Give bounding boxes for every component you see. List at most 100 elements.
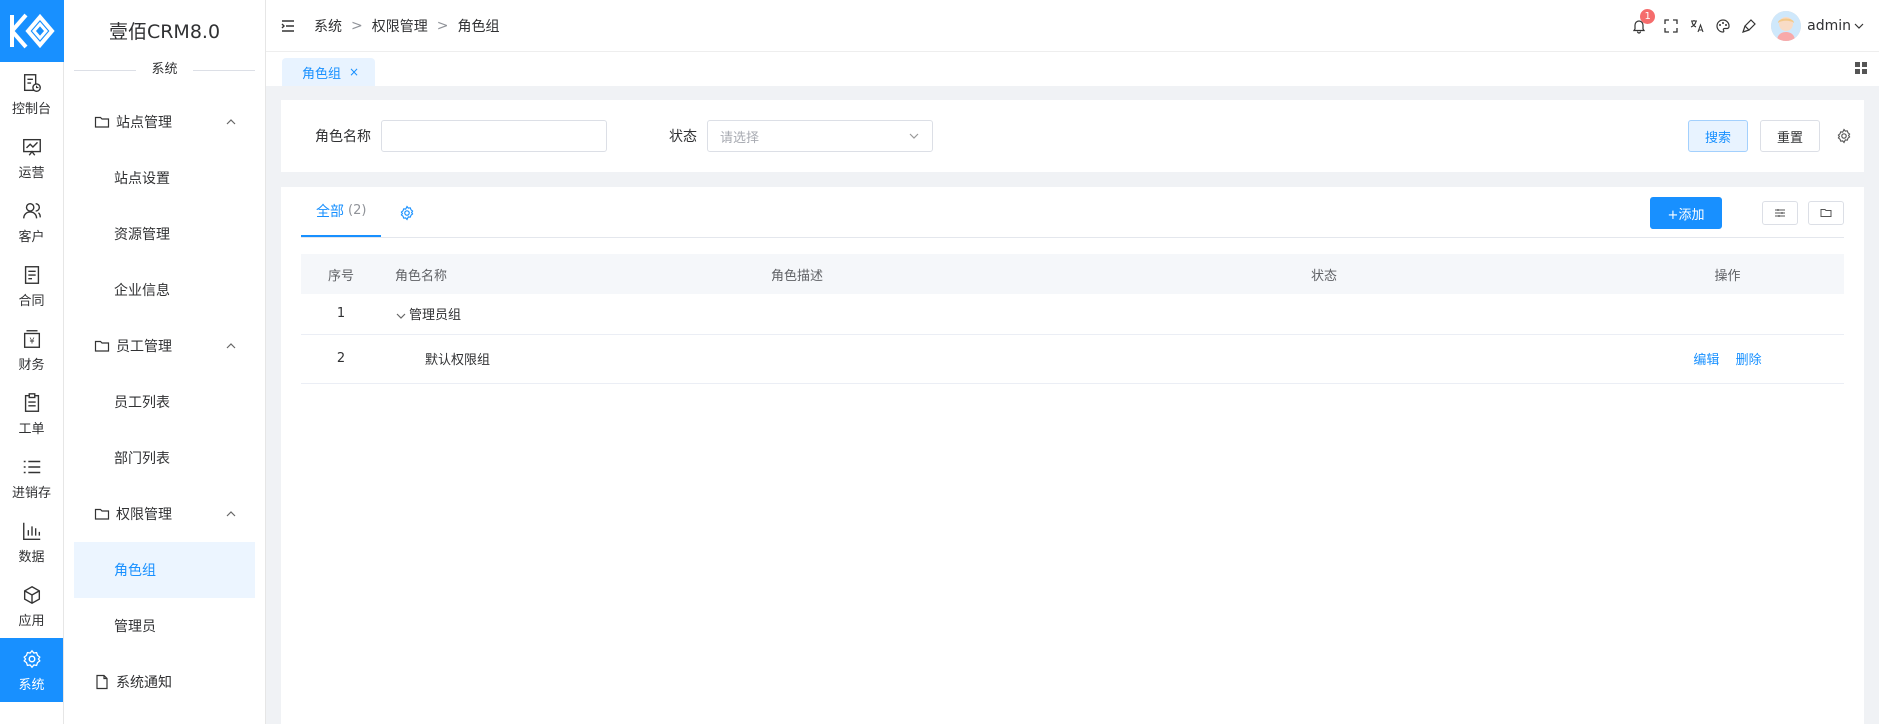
breadcrumb-separator: >	[351, 17, 363, 34]
sidebar-item-site-settings[interactable]: 站点设置	[74, 150, 255, 206]
row-status	[1311, 294, 1611, 335]
row-no: 2	[301, 334, 381, 384]
username[interactable]: admin	[1807, 18, 1851, 34]
column-header-status: 状态	[1311, 254, 1611, 294]
settings-gear-icon[interactable]	[399, 205, 415, 221]
grid-menu-icon[interactable]	[1853, 60, 1869, 76]
notification-bell-icon[interactable]: 1	[1631, 8, 1656, 34]
page-tabs-bar: 角色组 ×	[266, 52, 1879, 86]
add-button[interactable]: +添加	[1650, 197, 1722, 229]
sidebar-item-role-groups[interactable]: 角色组	[74, 542, 255, 598]
role-table: 序号 角色名称 角色描述 状态 操作 1 管理员组 2 默认权限组 编辑 删除	[301, 254, 1844, 384]
search-form: 角色名称 状态 请选择 搜索 重置	[281, 100, 1864, 172]
row-name: 默认权限组	[425, 353, 491, 368]
folder-icon	[1820, 209, 1832, 217]
edit-link[interactable]: 编辑	[1693, 353, 1719, 368]
menu-group-label: 站点管理	[116, 115, 172, 131]
language-icon[interactable]	[1689, 18, 1705, 34]
sidebar-item-resources[interactable]: 资源管理	[74, 206, 255, 262]
folder-icon	[94, 116, 110, 128]
sidebar-item-admins[interactable]: 管理员	[74, 598, 255, 654]
rail-label: 运营	[18, 165, 45, 181]
contract-icon	[24, 265, 39, 284]
menu-item-system-notice[interactable]: 系统通知	[64, 654, 265, 710]
status-select[interactable]: 请选择	[707, 120, 933, 152]
sidebar-item-staff-list[interactable]: 员工列表	[74, 374, 255, 430]
rail-label: 应用	[18, 613, 45, 629]
tab-role-groups[interactable]: 角色组 ×	[282, 58, 376, 86]
document-icon	[96, 674, 108, 690]
sidebar-section-title: 系统	[64, 60, 265, 84]
status-placeholder: 请选择	[720, 130, 760, 146]
folder-button[interactable]	[1808, 201, 1844, 225]
row-name-cell: 管理员组	[381, 294, 771, 335]
clean-brush-icon[interactable]	[1741, 18, 1757, 34]
menu-group-staff[interactable]: 员工管理	[64, 318, 265, 374]
column-header-no: 序号	[301, 254, 381, 294]
row-actions	[1611, 294, 1844, 335]
role-name-label: 角色名称	[315, 129, 371, 145]
svg-text:¥: ¥	[29, 335, 34, 345]
table-toolbar: 全部 (2) +添加	[301, 187, 1844, 238]
row-no: 1	[301, 294, 381, 335]
chevron-up-icon	[226, 511, 236, 517]
top-header: 系统 > 权限管理 > 角色组 1 admin	[266, 0, 1879, 52]
sidebar-item-departments[interactable]: 部门列表	[74, 430, 255, 486]
rail-item-inventory[interactable]: 进销存	[0, 446, 63, 510]
folder-icon	[94, 508, 110, 520]
header-actions: 1 admin	[1621, 8, 1865, 41]
column-header-name: 角色名称	[381, 254, 771, 294]
customer-icon	[22, 202, 41, 218]
operations-icon	[22, 138, 41, 156]
rail-item-finance[interactable]: ¥ 财务	[0, 318, 63, 382]
table-row: 2 默认权限组 编辑 删除	[301, 334, 1844, 384]
tree-expand-icon[interactable]	[395, 310, 407, 322]
row-actions: 编辑 删除	[1611, 334, 1844, 384]
tab-all[interactable]: 全部 (2)	[301, 186, 382, 237]
fullscreen-icon[interactable]	[1663, 18, 1679, 34]
reset-button[interactable]: 重置	[1759, 120, 1820, 152]
rail-label: 进销存	[11, 485, 51, 501]
table-panel: 全部 (2) +添加 序号 角色名称 角色描述 状态 操作 1 管理员组 2 默…	[281, 187, 1864, 724]
status-label: 状态	[669, 129, 697, 145]
app-brand: 壹佰CRM8.0	[108, 20, 221, 43]
chevron-down-icon[interactable]	[1853, 20, 1865, 32]
rail-item-console[interactable]: 控制台	[0, 62, 63, 126]
table-row: 1 管理员组	[301, 294, 1844, 335]
breadcrumb: 系统 > 权限管理 > 角色组	[314, 16, 499, 36]
rail-item-customer[interactable]: 客户	[0, 190, 63, 254]
breadcrumb-item[interactable]: 系统	[314, 16, 342, 36]
rail-item-apps[interactable]: 应用	[0, 574, 63, 638]
menu-group-permissions[interactable]: 权限管理	[64, 486, 265, 542]
close-icon[interactable]: ×	[349, 65, 359, 79]
tab-label: 角色组	[302, 66, 342, 82]
menu-group-label: 员工管理	[116, 339, 172, 355]
delete-link[interactable]: 删除	[1736, 353, 1762, 368]
avatar[interactable]	[1771, 10, 1802, 41]
menu-group-label: 权限管理	[116, 507, 172, 523]
rail-item-data[interactable]: 数据	[0, 510, 63, 574]
sidebar-item-company-info[interactable]: 企业信息	[74, 262, 255, 318]
rail-item-contract[interactable]: 合同	[0, 254, 63, 318]
menu-group-site[interactable]: 站点管理	[64, 94, 265, 150]
finance-icon: ¥	[23, 329, 40, 348]
theme-palette-icon[interactable]	[1715, 18, 1731, 34]
column-settings-button[interactable]	[1762, 201, 1798, 225]
ticket-icon	[24, 392, 39, 412]
role-name-input[interactable]	[381, 120, 607, 152]
breadcrumb-item-current: 角色组	[457, 18, 500, 35]
sliders-icon	[1775, 209, 1785, 217]
gear-icon[interactable]	[1836, 128, 1852, 144]
sidebar: 壹佰CRM8.0 系统 站点管理 站点设置 资源管理 企业信息 员工管理 员工列…	[64, 0, 266, 724]
breadcrumb-item[interactable]: 权限管理	[372, 16, 428, 36]
breadcrumb-separator: >	[436, 17, 449, 34]
rail-item-ticket[interactable]: 工单	[0, 382, 63, 446]
menu-toggle-icon[interactable]	[280, 18, 296, 34]
search-button[interactable]: 搜索	[1687, 120, 1748, 152]
rail-item-system[interactable]: 系统	[0, 638, 63, 702]
logo-icon[interactable]	[0, 0, 64, 62]
rail-item-operations[interactable]: 运营	[0, 126, 63, 190]
row-status	[1311, 334, 1611, 384]
app-cube-icon	[23, 585, 40, 604]
table-header-row: 序号 角色名称 角色描述 状态 操作	[301, 254, 1844, 294]
